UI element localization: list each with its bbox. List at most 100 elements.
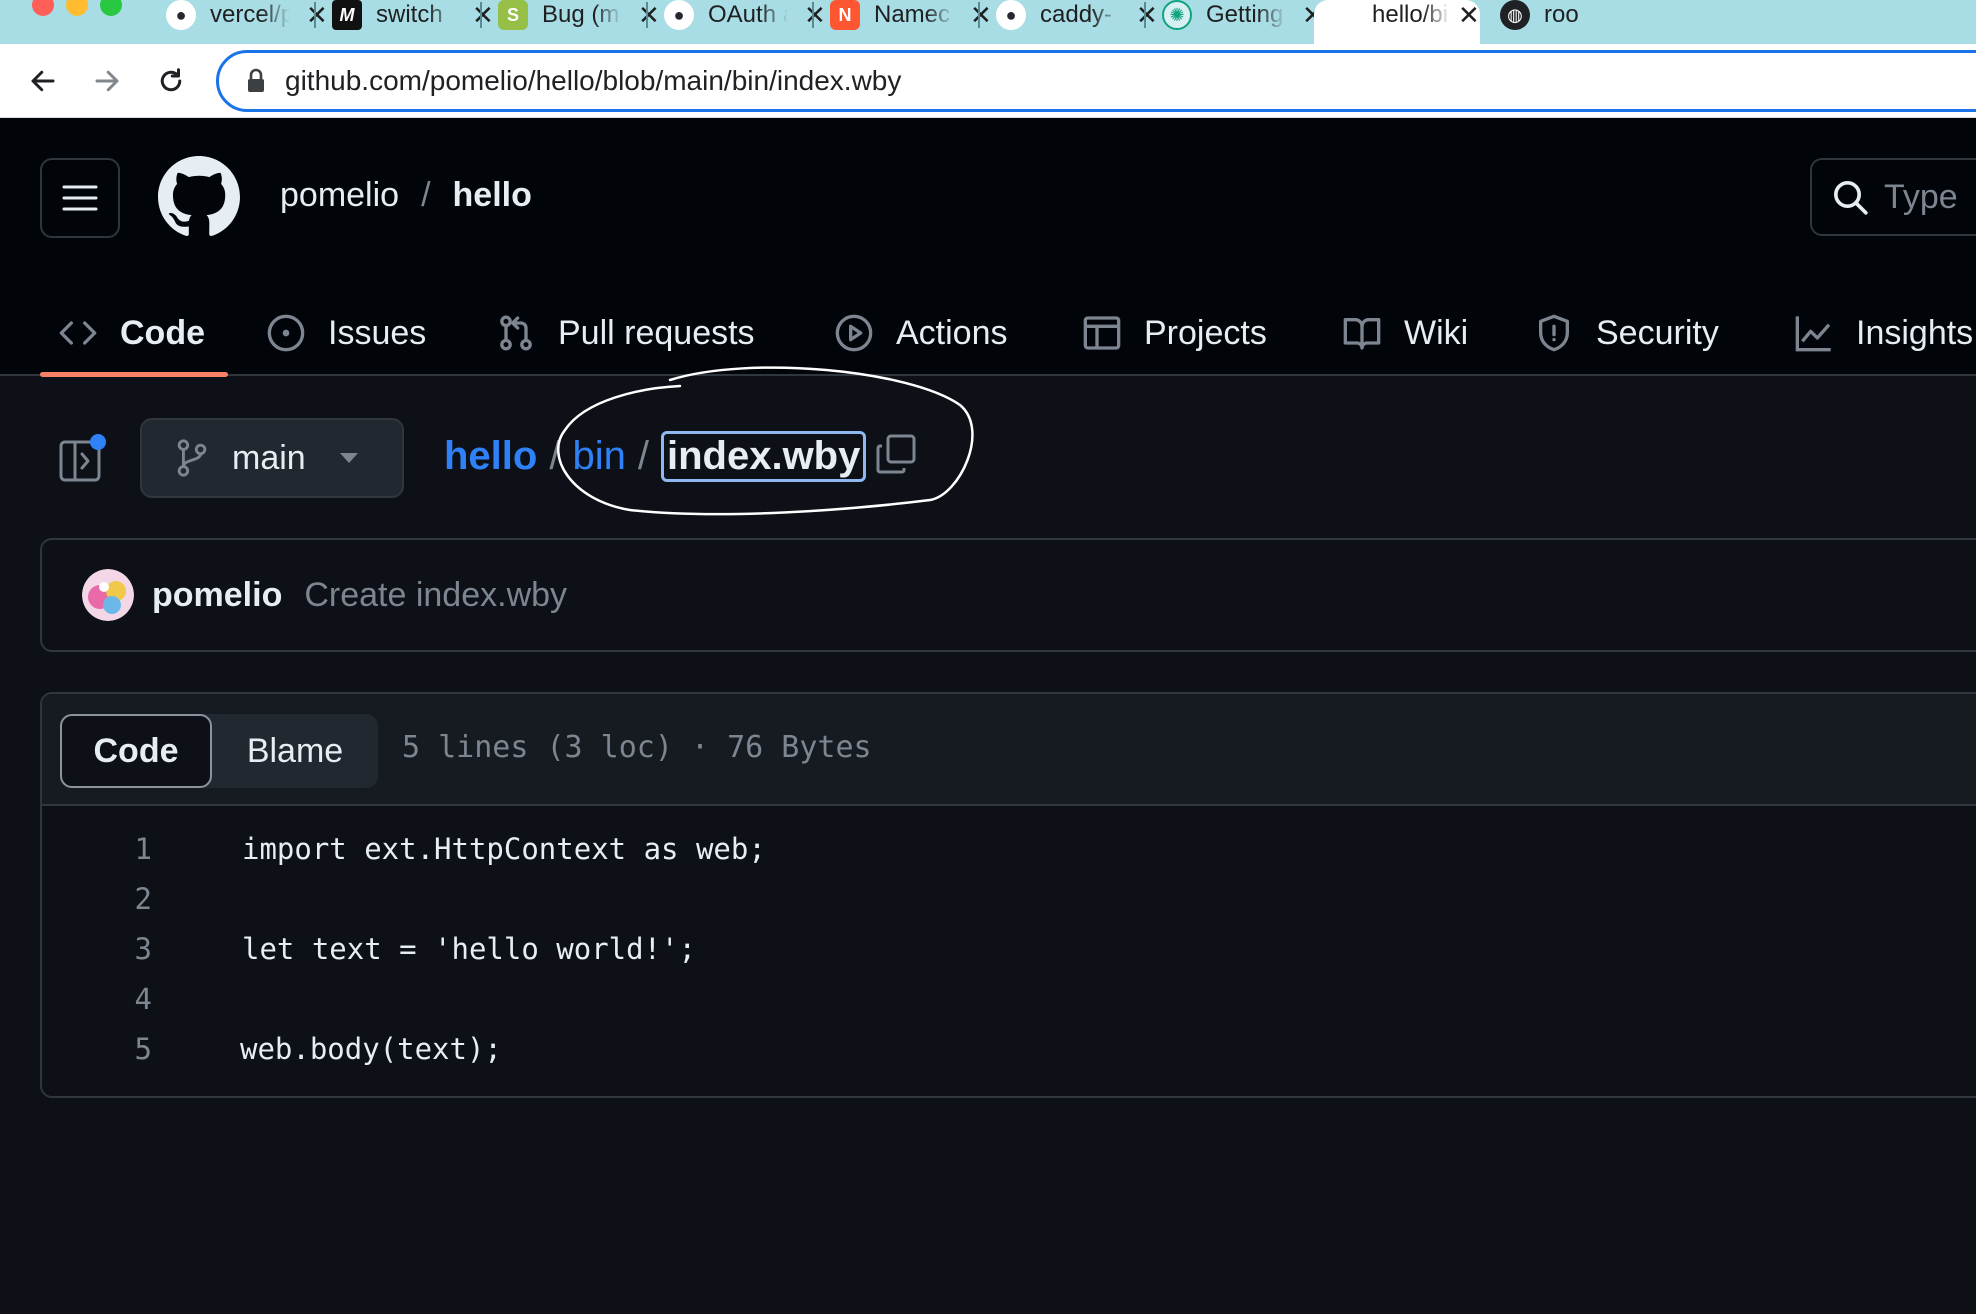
hamburger-icon: [62, 185, 98, 211]
file-tree-toggle-icon[interactable]: [56, 432, 108, 484]
repo-owner-link[interactable]: pomelio: [280, 176, 399, 215]
tab-code[interactable]: Code: [58, 290, 205, 376]
tab-divider: [480, 2, 482, 28]
github-logo-icon[interactable]: [158, 156, 240, 238]
forward-button[interactable]: [84, 58, 130, 104]
browser-tab[interactable]: ◍ roo: [1500, 0, 1604, 44]
tab-title: switch: [376, 1, 443, 28]
blame-view-button[interactable]: Blame: [212, 714, 378, 788]
breadcrumb-separator: /: [549, 433, 561, 478]
tab-label: Security: [1596, 313, 1719, 352]
tab-projects[interactable]: Projects: [1082, 290, 1267, 376]
close-window-button[interactable]: [32, 0, 54, 16]
close-tab-icon[interactable]: ✕: [804, 0, 826, 31]
lock-icon: [248, 68, 264, 92]
line-number[interactable]: 5: [42, 1032, 152, 1066]
tab-title: roo: [1544, 1, 1579, 28]
reload-icon: [160, 68, 182, 92]
browser-tab[interactable]: N Namec ✕: [830, 0, 992, 44]
search-placeholder: Type: [1884, 177, 1958, 216]
tab-wiki[interactable]: Wiki: [1342, 290, 1468, 376]
close-tab-icon[interactable]: ✕: [638, 0, 660, 31]
tab-label: Pull requests: [558, 313, 755, 352]
search-input[interactable]: Type: [1810, 158, 1976, 236]
tab-label: Projects: [1144, 313, 1267, 352]
tab-divider: [812, 2, 814, 28]
table-icon: [1083, 316, 1121, 350]
line-number[interactable]: 2: [42, 882, 152, 916]
line-number[interactable]: 4: [42, 982, 152, 1016]
zoom-window-button[interactable]: [100, 0, 122, 16]
copy-path-icon[interactable]: [872, 430, 922, 480]
close-tab-icon[interactable]: ✕: [472, 0, 494, 31]
close-tab-icon[interactable]: ✕: [1458, 0, 1480, 31]
shopify-icon: S: [498, 0, 528, 30]
close-tab-icon[interactable]: ✕: [306, 0, 328, 31]
file-viewer: Code Blame 5 lines (3 loc) · 76 Bytes 1 …: [40, 692, 1976, 1098]
code-icon: [59, 321, 97, 345]
code-blame-toggle: Code Blame: [60, 714, 378, 788]
browser-tab[interactable]: ● vercel/p ✕: [166, 0, 328, 44]
minimize-window-button[interactable]: [66, 0, 88, 16]
line-content: import ext.HttpContext as web;: [242, 832, 766, 866]
line-content: web.body(text);: [240, 1032, 502, 1066]
address-bar[interactable]: github.com/pomelio/hello/blob/main/bin/i…: [216, 50, 1976, 112]
browser-tab-active[interactable]: hello/bi ✕: [1314, 0, 1480, 44]
tab-divider: [1144, 2, 1146, 28]
github-icon: ●: [996, 0, 1026, 30]
repo-name-link[interactable]: hello: [453, 176, 532, 215]
arrow-left-icon: [31, 70, 55, 92]
graph-icon: [1795, 316, 1831, 352]
reload-button[interactable]: [148, 58, 194, 104]
back-button[interactable]: [20, 58, 66, 104]
close-tab-icon[interactable]: ✕: [1136, 0, 1158, 31]
tab-label: Insights: [1856, 313, 1974, 352]
latest-commit-bar: pomelio Create index.wby: [40, 538, 1976, 652]
search-icon: [1834, 181, 1868, 215]
tab-label: Wiki: [1404, 313, 1469, 352]
breadcrumb-dir-link[interactable]: bin: [572, 434, 625, 479]
line-number[interactable]: 1: [42, 832, 152, 866]
global-nav-menu-button[interactable]: [40, 158, 120, 238]
commit-message-link[interactable]: Create index.wby: [304, 576, 567, 615]
repo-path: pomelio / hello: [280, 176, 532, 215]
close-tab-icon[interactable]: ✕: [970, 0, 992, 31]
browser-tab[interactable]: ● caddy- ✕: [996, 0, 1158, 44]
breadcrumb: hello / bin / index.wby: [444, 428, 867, 484]
browser-tabstrip: ● vercel/p ✕ M switch ✕ S Bug (m ✕ ● OAu…: [0, 0, 1976, 44]
line-number[interactable]: 3: [42, 932, 152, 966]
code-line: 3 let text = 'hello world!';: [42, 924, 1976, 974]
code-lines: 1 import ext.HttpContext as web; 2 3 let…: [42, 806, 1976, 1074]
tab-actions[interactable]: Actions: [834, 290, 1008, 376]
breadcrumb-repo-link[interactable]: hello: [444, 434, 537, 479]
url-text: github.com/pomelio/hello/blob/main/bin/i…: [285, 65, 902, 96]
tab-divider: [314, 2, 316, 28]
tab-issues[interactable]: Issues: [266, 290, 426, 376]
browser-tab[interactable]: ● OAuth a ✕: [664, 0, 826, 44]
tab-label: Actions: [896, 313, 1008, 352]
tab-insights[interactable]: Insights: [1794, 290, 1973, 376]
code-line: 2: [42, 874, 1976, 924]
globe-icon: ◍: [1500, 0, 1530, 30]
tab-title: vercel/p: [210, 1, 290, 28]
browser-tab[interactable]: ✺ Getting ✕: [1162, 0, 1324, 44]
openai-icon: ✺: [1162, 0, 1192, 30]
tab-label: Issues: [328, 313, 427, 352]
code-view-button[interactable]: Code: [60, 714, 212, 788]
code-line: 4: [42, 974, 1976, 1024]
commit-author-link[interactable]: pomelio: [152, 576, 282, 615]
arrow-right-icon: [95, 70, 119, 92]
book-icon: [1343, 318, 1381, 350]
avatar[interactable]: [82, 569, 134, 621]
browser-tab[interactable]: S Bug (m ✕: [498, 0, 660, 44]
namecheap-icon: N: [830, 0, 860, 30]
browser-tab[interactable]: M switch ✕: [332, 0, 494, 44]
tab-pull-requests[interactable]: Pull requests: [496, 290, 755, 376]
branch-name: main: [232, 438, 306, 477]
tab-security[interactable]: Security: [1534, 290, 1719, 376]
browser-toolbar: github.com/pomelio/hello/blob/main/bin/i…: [0, 44, 1976, 118]
branch-selector-button[interactable]: main: [140, 418, 404, 498]
tab-title: caddy-: [1040, 1, 1113, 28]
play-icon: [835, 314, 873, 352]
code-line: 1 import ext.HttpContext as web;: [42, 824, 1976, 874]
